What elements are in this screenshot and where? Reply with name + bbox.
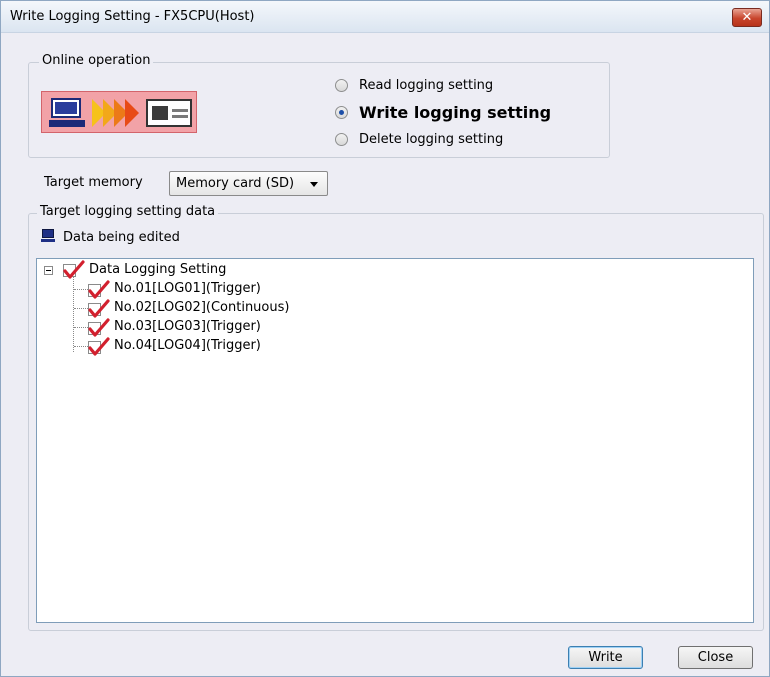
tree-root-label: Data Logging Setting [89, 262, 227, 277]
radio-delete-label: Delete logging setting [359, 131, 504, 147]
write-button[interactable]: Write [568, 646, 643, 669]
radio-write-label: Write logging setting [359, 102, 552, 122]
online-operation-group: Online operation Read logging setting Wr… [28, 53, 610, 158]
window-title: Write Logging Setting - FX5CPU(Host) [10, 9, 255, 24]
radio-read-indicator[interactable] [335, 78, 348, 92]
radio-write-indicator[interactable] [335, 105, 348, 119]
tree-root-checkbox[interactable] [63, 260, 85, 279]
close-window-button[interactable]: ✕ [732, 8, 762, 27]
radio-delete-indicator[interactable] [335, 132, 348, 146]
collapse-toggle-icon[interactable] [44, 266, 53, 275]
computer-icon [41, 229, 55, 243]
transfer-arrows-icon [92, 99, 142, 127]
data-source-label: Data being edited [63, 230, 180, 245]
target-memory-select[interactable]: Memory card (SD) [169, 171, 328, 196]
tree-item-checkbox[interactable] [88, 299, 110, 318]
tree-item-label: No.03[LOG03](Trigger) [114, 319, 261, 334]
radio-write-logging-setting[interactable]: Write logging setting [335, 102, 551, 122]
pc-to-plc-transfer-icon [41, 91, 197, 133]
radio-read-logging-setting[interactable]: Read logging setting [335, 75, 493, 95]
plc-device-icon [146, 99, 192, 127]
tree-item-label: No.04[LOG04](Trigger) [114, 338, 261, 353]
online-operation-legend: Online operation [39, 53, 154, 68]
tree-item-checkbox[interactable] [88, 280, 110, 299]
tree-item-checkbox[interactable] [88, 337, 110, 356]
write-logging-dialog: Write Logging Setting - FX5CPU(Host) ✕ O… [0, 0, 770, 677]
target-memory-label: Target memory [44, 175, 143, 190]
target-logging-data-legend: Target logging setting data [37, 204, 219, 219]
tree-item-label: No.02[LOG02](Continuous) [114, 300, 290, 315]
tree-item-checkbox[interactable] [88, 318, 110, 337]
tree-item-label: No.01[LOG01](Trigger) [114, 281, 261, 296]
computer-icon [49, 97, 85, 127]
target-memory-value: Memory card (SD) [176, 176, 295, 191]
title-bar: Write Logging Setting - FX5CPU(Host) ✕ [1, 1, 769, 33]
chevron-down-icon[interactable] [310, 182, 318, 187]
close-button[interactable]: Close [678, 646, 753, 669]
radio-delete-logging-setting[interactable]: Delete logging setting [335, 129, 503, 149]
radio-read-label: Read logging setting [359, 77, 494, 93]
logging-setting-tree: Data Logging Setting No.01[LOG01](Trigge… [36, 258, 754, 623]
